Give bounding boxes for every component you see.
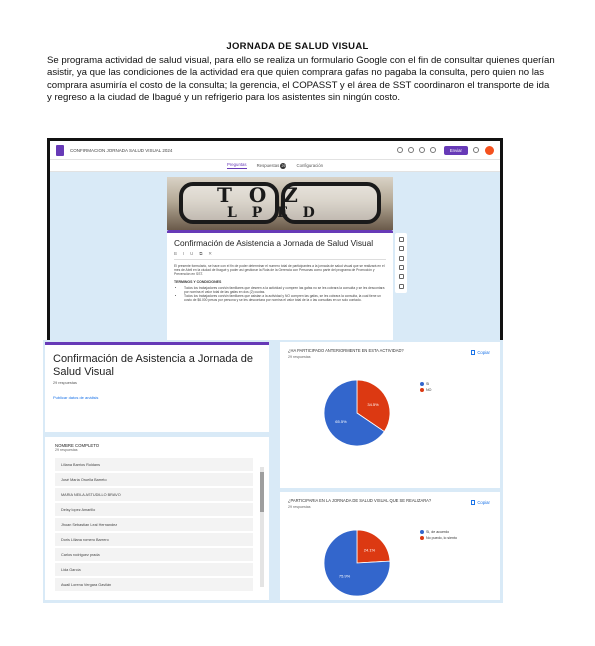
pie-slice-label: 34.5% [367,402,379,407]
editor-tabs: Preguntas Respuestas 29 Configuración [50,160,500,172]
chart-1-legend: Si NO [420,382,431,394]
add-video-icon[interactable] [398,274,404,280]
responses-header-card: Confirmación de Asistencia a Jornada de … [45,342,269,432]
italic-icon[interactable]: I [183,251,184,257]
list-item: Jhoan Sebastian Leal Hernandez [55,518,253,532]
responses-badge: 29 [280,162,287,169]
list-item: Lida García [55,563,253,577]
responses-form-title: Confirmación de Asistencia a Jornada de … [53,353,253,378]
pie-chart-2: 24.1% 75.9% [323,529,391,597]
responses-count: 29 respuestas [53,381,77,385]
legend-swatch [420,388,424,392]
legend-entry: Si [420,382,431,386]
list-item: MARIA NEILA ASTUDILLO BRAVO [55,488,253,502]
tab-questions[interactable]: Preguntas [226,162,247,169]
legend-entry: Si, de acuerdo [420,530,457,534]
legend-label: Si, de acuerdo [426,530,450,534]
header-banner-image: T O Z L P E D [167,177,393,230]
add-image-icon[interactable] [398,265,404,271]
more-icon[interactable] [473,147,479,153]
format-toolbar: B I U ⧉ ✕ [174,251,386,260]
add-question-icon[interactable] [398,237,404,243]
copy-chart-2-button[interactable]: Copiar [471,500,490,506]
underline-icon[interactable]: U [190,251,193,257]
legend-entry: No puedo, lo siento [420,536,457,540]
eye-chart-row-1: T O Z [217,183,303,207]
publish-analytics-link[interactable]: Publicar datos de análisis [53,395,261,406]
eye-chart-row-2: L P E D [227,205,320,221]
tab-responses[interactable]: Respuestas 29 [256,162,287,169]
scrollbar-thumb[interactable] [260,472,264,512]
undo-icon[interactable] [418,147,425,153]
palette-icon[interactable] [396,147,403,153]
terms-item: Todos los trabajadores con/sin familiare… [184,286,386,294]
legend-swatch [420,530,424,534]
legend-swatch [420,382,424,386]
list-item: Delsy lopez Amarillo [55,503,253,517]
form-description[interactable]: El presente formulario, se hace con el f… [174,264,386,277]
legend-label: Si [426,382,430,386]
document-title: JORNADA DE SALUD VISUAL [226,41,369,52]
chart-1-count: 29 respuestas [288,355,311,360]
add-title-icon[interactable] [398,255,404,261]
editor-top-bar: CONFIRMACION JORNADA SALUD VISUAL 2024 E… [50,141,500,160]
link-icon[interactable] [429,147,436,153]
chart-card-2: ¿PARTICIPARIA EN LA JORNADA DE SALUD VIS… [280,492,500,600]
name-list: Liliana Barrios Roldans José María Oruel… [55,458,259,592]
chart-1-title: ¿HA PARTICIPADO ANTERIORMENTE EN ESTA AC… [288,348,404,353]
avatar[interactable] [485,145,494,155]
list-scrollbar[interactable] [260,467,264,587]
legend-entry: NO [420,388,431,392]
list-item: Carlos rodriguez prada [55,548,253,562]
chart-2-legend: Si, de acuerdo No puedo, lo siento [420,530,457,542]
pie-slice-label: 65.5% [335,419,347,424]
name-list-card: NOMBRE COMPLETO 29 respuestas Liliana Ba… [45,437,269,600]
import-questions-icon[interactable] [398,246,404,252]
legend-label: NO [426,388,432,392]
chart-2-count: 29 respuestas [288,505,311,510]
copy-label: Copiar [477,350,490,355]
form-header-card[interactable]: Confirmación de Asistencia a Jornada de … [167,230,393,342]
send-button[interactable]: Enviar [443,145,468,155]
form-title[interactable]: Confirmación de Asistencia a Jornada de … [174,238,386,248]
bold-icon[interactable]: B [174,251,177,257]
copy-icon [471,350,476,356]
clear-format-icon[interactable]: ✕ [208,251,212,257]
pie-chart-1: 34.5% 65.5% [323,379,391,447]
terms-title: TERMINOS Y CONDICIONES [174,279,222,284]
tab-settings[interactable]: Configuración [296,163,323,168]
insert-link-icon[interactable]: ⧉ [199,251,202,257]
preview-icon[interactable] [407,147,414,153]
legend-swatch [420,536,424,540]
legend-label: No puedo, lo siento [426,536,457,540]
pie-slice-label: 75.9% [339,574,351,579]
add-section-icon[interactable] [398,283,404,289]
editor-doc-title[interactable]: CONFIRMACION JORNADA SALUD VISUAL 2024 [70,148,392,153]
list-item: Doris Liliana romero Barrero [55,533,253,547]
terms-list: Todos los trabajadores con/sin familiare… [174,286,386,303]
tab-responses-label: Respuestas [256,162,280,168]
responses-screenshot: Confirmación de Asistencia a Jornada de … [43,340,503,603]
forms-editor-screenshot: CONFIRMACION JORNADA SALUD VISUAL 2024 E… [47,138,503,356]
copy-chart-1-button[interactable]: Copiar [471,350,490,356]
pie-slice-label: 24.1% [364,547,376,552]
copy-icon [471,500,476,506]
copy-label: Copiar [477,500,490,505]
floating-toolbar [395,233,407,293]
chart-2-title: ¿PARTICIPARIA EN LA JORNADA DE SALUD VIS… [288,498,432,503]
terms-item: Todos los trabajadores con/sin familiare… [184,294,386,302]
intro-paragraph: Se programa actividad de salud visual, p… [47,55,555,104]
list-item: José María Oruella Barreto [55,473,253,487]
forms-logo-icon [56,144,64,156]
list-item: Awail Lorena Vergara Gavilán [55,578,253,592]
chart-card-1: ¿HA PARTICIPADO ANTERIORMENTE EN ESTA AC… [280,342,500,488]
list-response-count: 29 respuestas [55,448,78,452]
list-item: Liliana Barrios Roldans [55,458,253,472]
